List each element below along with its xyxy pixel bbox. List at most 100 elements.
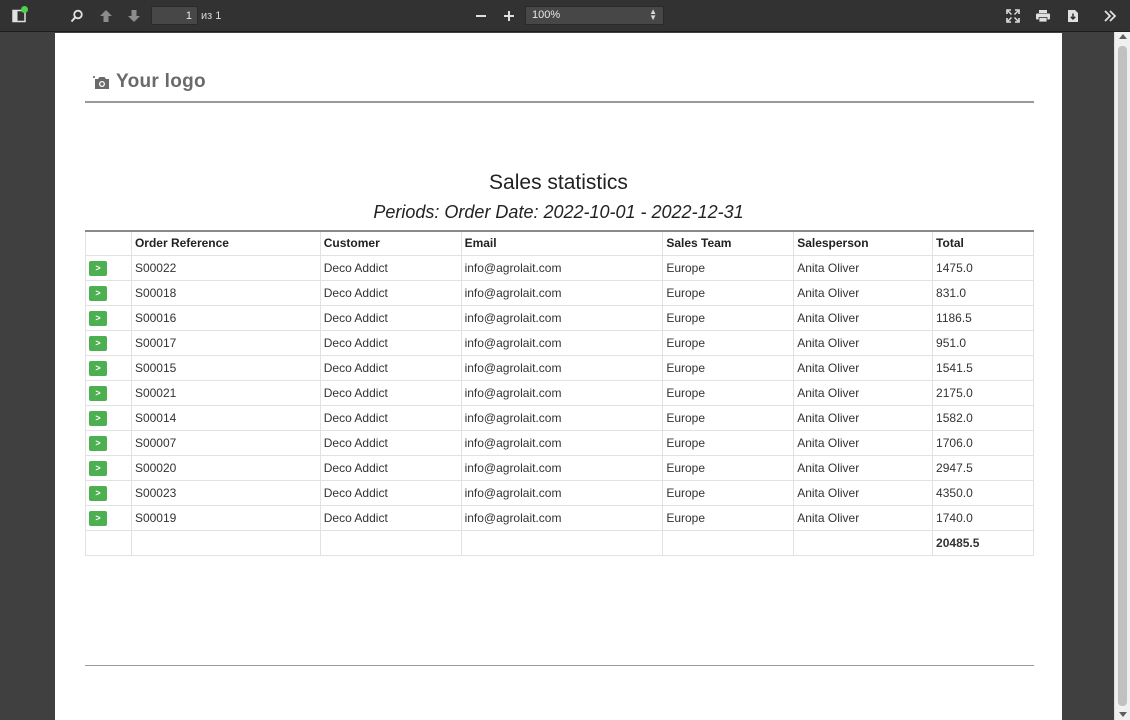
cell-order-reference: S00022 xyxy=(130,254,321,281)
cell-email: info@agrolait.com xyxy=(460,479,664,506)
sales-table: Order Reference Customer Email Sales Tea… xyxy=(85,230,1034,556)
total-empty-cell xyxy=(793,529,934,556)
cell-salesperson: Anita Oliver xyxy=(793,454,934,481)
footer-divider xyxy=(85,665,1034,666)
report-title: Sales statistics xyxy=(489,171,628,194)
cell-email: info@agrolait.com xyxy=(460,429,664,456)
cell-customer: Deco Addict xyxy=(319,329,462,356)
cell-action: > xyxy=(85,454,132,481)
presentation-mode-button[interactable] xyxy=(1003,0,1023,32)
next-page-button[interactable] xyxy=(123,0,145,32)
open-order-button[interactable]: > xyxy=(89,385,107,401)
cell-customer: Deco Addict xyxy=(319,479,462,506)
find-button[interactable] xyxy=(66,0,88,32)
cell-total: 1582.0 xyxy=(932,404,1034,431)
cell-action: > xyxy=(85,354,132,381)
cell-action: > xyxy=(85,279,132,306)
open-order-button[interactable]: > xyxy=(89,510,107,526)
cell-customer: Deco Addict xyxy=(319,429,462,456)
cell-email: info@agrolait.com xyxy=(460,454,664,481)
cell-salesperson: Anita Oliver xyxy=(793,329,934,356)
arrow-up-icon xyxy=(100,10,112,22)
table-row: > S00018 Deco Addict info@agrolait.com Europ… xyxy=(85,279,1034,306)
pdf-page: Your logo Sales statistics Periods: Orde… xyxy=(55,33,1062,720)
cell-sales-team: Europe xyxy=(662,304,795,331)
open-order-button[interactable]: > xyxy=(89,335,107,351)
sidebar-toggle-button[interactable] xyxy=(8,0,30,32)
cell-customer: Deco Addict xyxy=(319,279,462,306)
logo-text: Your logo xyxy=(116,71,206,92)
cell-order-reference: S00016 xyxy=(130,304,321,331)
column-header-email: Email xyxy=(460,230,664,256)
cell-order-reference: S00021 xyxy=(130,379,321,406)
column-header-sales-team: Sales Team xyxy=(662,230,795,256)
open-order-button[interactable]: > xyxy=(89,485,107,501)
scroll-down-icon[interactable] xyxy=(1119,712,1127,717)
open-order-button[interactable]: > xyxy=(89,410,107,426)
cell-salesperson: Anita Oliver xyxy=(793,354,934,381)
zoom-out-button[interactable] xyxy=(471,0,491,32)
open-order-button[interactable]: > xyxy=(89,285,107,301)
cell-total: 2947.5 xyxy=(932,454,1034,481)
select-arrows-icon: ▲ ▼ xyxy=(649,7,657,22)
cell-total: 1706.0 xyxy=(932,429,1034,456)
open-order-button[interactable]: > xyxy=(89,260,107,276)
zoom-select[interactable]: 100% ▲ ▼ xyxy=(525,6,664,25)
page-number-input[interactable] xyxy=(151,6,198,25)
cell-total: 1475.0 xyxy=(932,254,1034,281)
cell-email: info@agrolait.com xyxy=(460,404,664,431)
cell-sales-team: Europe xyxy=(662,254,795,281)
print-button[interactable] xyxy=(1033,0,1053,32)
cell-salesperson: Anita Oliver xyxy=(793,404,934,431)
cell-order-reference: S00023 xyxy=(130,479,321,506)
cell-customer: Deco Addict xyxy=(319,354,462,381)
scrollbar-thumb[interactable] xyxy=(1118,46,1127,706)
table-row: > S00022 Deco Addict info@agrolait.com Europ… xyxy=(85,254,1034,281)
table-row: > S00021 Deco Addict info@agrolait.com Europ… xyxy=(85,379,1034,406)
open-order-button[interactable]: > xyxy=(89,360,107,376)
total-empty-cell xyxy=(130,529,321,556)
open-order-button[interactable]: > xyxy=(89,435,107,451)
cell-customer: Deco Addict xyxy=(319,304,462,331)
tools-button[interactable] xyxy=(1099,0,1121,32)
cell-sales-team: Europe xyxy=(662,479,795,506)
scroll-up-icon[interactable] xyxy=(1119,34,1127,39)
cell-email: info@agrolait.com xyxy=(460,304,664,331)
table-row: > S00017 Deco Addict info@agrolait.com Europ… xyxy=(85,329,1034,356)
cell-order-reference: S00018 xyxy=(130,279,321,306)
open-order-button[interactable]: > xyxy=(89,310,107,326)
cell-sales-team: Europe xyxy=(662,379,795,406)
camera-icon xyxy=(93,75,109,89)
cell-total: 4350.0 xyxy=(932,479,1034,506)
cell-order-reference: S00007 xyxy=(130,429,321,456)
column-header-order-reference: Order Reference xyxy=(130,230,321,256)
cell-action: > xyxy=(85,329,132,356)
zoom-in-button[interactable] xyxy=(499,0,519,32)
download-icon xyxy=(1068,10,1078,22)
cell-order-reference: S00015 xyxy=(130,354,321,381)
open-order-button[interactable]: > xyxy=(89,460,107,476)
cell-sales-team: Europe xyxy=(662,354,795,381)
cell-email: info@agrolait.com xyxy=(460,279,664,306)
cell-sales-team: Europe xyxy=(662,404,795,431)
table-row: > S00020 Deco Addict info@agrolait.com Europ… xyxy=(85,454,1034,481)
cell-order-reference: S00020 xyxy=(130,454,321,481)
column-header-salesperson: Salesperson xyxy=(793,230,934,256)
cell-order-reference: S00019 xyxy=(130,504,321,531)
table-row: > S00019 Deco Addict info@agrolait.com Europ… xyxy=(85,504,1034,531)
cell-total: 1740.0 xyxy=(932,504,1034,531)
cell-email: info@agrolait.com xyxy=(460,254,664,281)
arrow-down-icon xyxy=(128,10,140,22)
table-row: > S00015 Deco Addict info@agrolait.com Europ… xyxy=(85,354,1034,381)
cell-order-reference: S00014 xyxy=(130,404,321,431)
column-header-customer: Customer xyxy=(319,230,462,256)
table-row: > S00016 Deco Addict info@agrolait.com Europ… xyxy=(85,304,1034,331)
cell-salesperson: Anita Oliver xyxy=(793,504,934,531)
download-button[interactable] xyxy=(1063,0,1083,32)
table-row: > S00007 Deco Addict info@agrolait.com Europ… xyxy=(85,429,1034,456)
table-total-row: 20485.5 xyxy=(85,529,1034,556)
previous-page-button[interactable] xyxy=(95,0,117,32)
cell-salesperson: Anita Oliver xyxy=(793,279,934,306)
vertical-scrollbar[interactable] xyxy=(1114,32,1130,720)
cell-order-reference: S00017 xyxy=(130,329,321,356)
